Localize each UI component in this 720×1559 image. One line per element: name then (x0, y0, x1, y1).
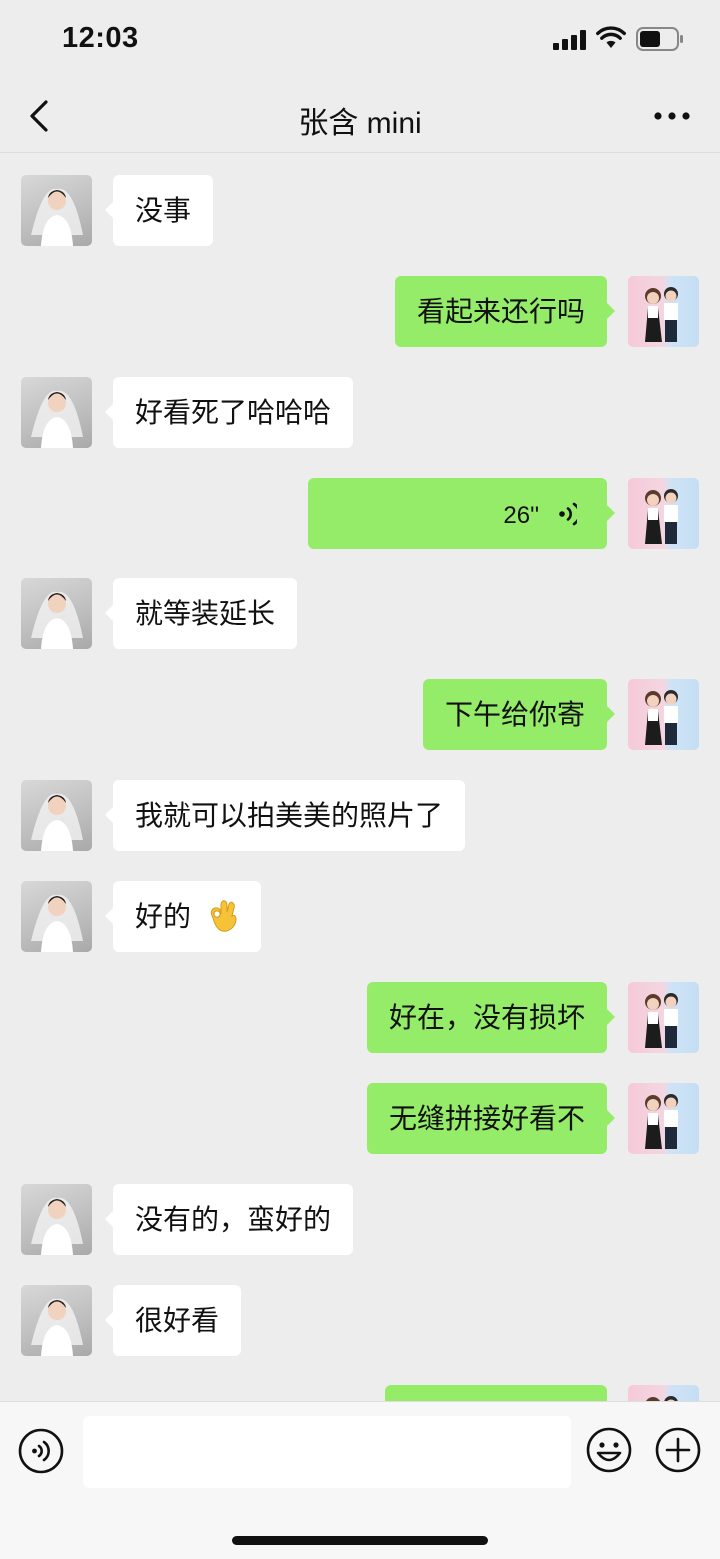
avatar-children-icon (645, 1094, 678, 1149)
message-text: 就等装延长 (135, 598, 276, 629)
message-bubble[interactable]: 很好看 (104, 1285, 242, 1356)
message-received: 好的 (0, 881, 720, 953)
input-bar (0, 1401, 720, 1559)
message-text: 没事 (135, 195, 192, 226)
contact-avatar[interactable] (21, 175, 92, 246)
message-text: 下午给你寄 (444, 699, 585, 730)
ok-hand-emoji-icon (210, 899, 237, 932)
message-bubble[interactable]: 好的 (105, 881, 261, 952)
wifi-icon (596, 26, 626, 48)
emoji-smiley-icon[interactable] (586, 1427, 632, 1473)
my-avatar[interactable] (628, 1385, 699, 1401)
avatar-children-icon (645, 489, 678, 544)
contact-avatar[interactable] (21, 578, 92, 649)
message-list[interactable]: 没事 看起来还行吗 好看死了哈哈哈 26'' 就等装延长 下午给你寄 我就可以拍… (0, 153, 720, 1401)
contact-avatar[interactable] (21, 1285, 92, 1356)
message-sent: 下午给你寄 (0, 679, 720, 751)
message-bubble[interactable] (385, 1385, 607, 1401)
message-text: 我就可以拍美美的照片了 (135, 800, 444, 831)
avatar-children-icon (645, 287, 678, 342)
avatar-children-icon (646, 1396, 678, 1401)
message-sent: 无缝拼接好看不 (0, 1083, 720, 1155)
message-received: 我就可以拍美美的照片了 (0, 780, 720, 852)
message-received: 好看死了哈哈哈 (0, 377, 720, 449)
message-bubble[interactable]: 下午给你寄 (422, 679, 616, 750)
message-bubble[interactable]: 好看死了哈哈哈 (104, 377, 354, 448)
message-sent-partial (0, 1385, 720, 1401)
message-text: 好在，没有损坏 (388, 1002, 585, 1033)
message-text: 好看死了哈哈哈 (135, 397, 332, 428)
status-bar: 12:03 (0, 0, 720, 80)
my-avatar[interactable] (628, 276, 699, 347)
my-avatar[interactable] (628, 1083, 699, 1154)
avatar-children-icon (645, 993, 678, 1048)
my-avatar[interactable] (628, 679, 699, 750)
message-sent: 26'' (0, 478, 720, 550)
avatar-person-icon (31, 390, 83, 448)
message-text: 很好看 (135, 1305, 220, 1336)
message-received: 就等装延长 (0, 578, 720, 650)
message-text: 没有的，蛮好的 (135, 1204, 332, 1235)
home-indicator[interactable] (232, 1536, 488, 1545)
more-options-icon[interactable] (652, 102, 692, 130)
status-time: 12:03 (62, 22, 139, 54)
voice-duration: 26'' (503, 502, 540, 529)
my-avatar[interactable] (628, 478, 699, 549)
message-bubble[interactable]: 看起来还行吗 (394, 276, 616, 347)
message-sent: 好在，没有损坏 (0, 982, 720, 1054)
voice-message-bubble[interactable]: 26'' (308, 478, 615, 549)
message-text: 好的 (135, 901, 192, 932)
message-bubble[interactable]: 没有的，蛮好的 (104, 1184, 354, 1255)
message-text: 无缝拼接好看不 (388, 1103, 585, 1134)
message-bubble[interactable]: 好在，没有损坏 (366, 982, 616, 1053)
battery-icon (636, 27, 683, 51)
contact-avatar[interactable] (21, 377, 92, 448)
avatar-children-icon (645, 690, 678, 745)
avatar-person-icon (31, 188, 83, 246)
avatar-person-icon (31, 894, 83, 952)
message-sent: 看起来还行吗 (0, 276, 720, 348)
my-avatar[interactable] (628, 982, 699, 1053)
cellular-signal-icon (553, 30, 586, 50)
message-input[interactable] (83, 1416, 571, 1488)
chat-header: 张含 mini (0, 80, 720, 153)
avatar-person-icon (31, 793, 83, 851)
contact-avatar[interactable] (21, 881, 92, 952)
voice-wave-icon (559, 502, 577, 525)
message-received: 没事 (0, 175, 720, 247)
contact-avatar[interactable] (21, 780, 92, 851)
contact-avatar[interactable] (21, 1184, 92, 1255)
message-received: 很好看 (0, 1285, 720, 1357)
avatar-person-icon (31, 1298, 83, 1356)
avatar-person-icon (31, 591, 83, 649)
message-bubble[interactable]: 就等装延长 (104, 578, 298, 649)
message-bubble[interactable]: 没事 (104, 175, 214, 246)
message-bubble[interactable]: 无缝拼接好看不 (366, 1083, 616, 1154)
avatar-person-icon (31, 1197, 83, 1255)
message-received: 没有的，蛮好的 (0, 1184, 720, 1256)
plus-icon[interactable] (655, 1427, 701, 1473)
chat-title: 张含 mini (298, 107, 422, 140)
message-bubble[interactable]: 我就可以拍美美的照片了 (104, 780, 466, 851)
voice-input-icon[interactable] (18, 1428, 64, 1474)
message-text: 看起来还行吗 (416, 296, 585, 327)
